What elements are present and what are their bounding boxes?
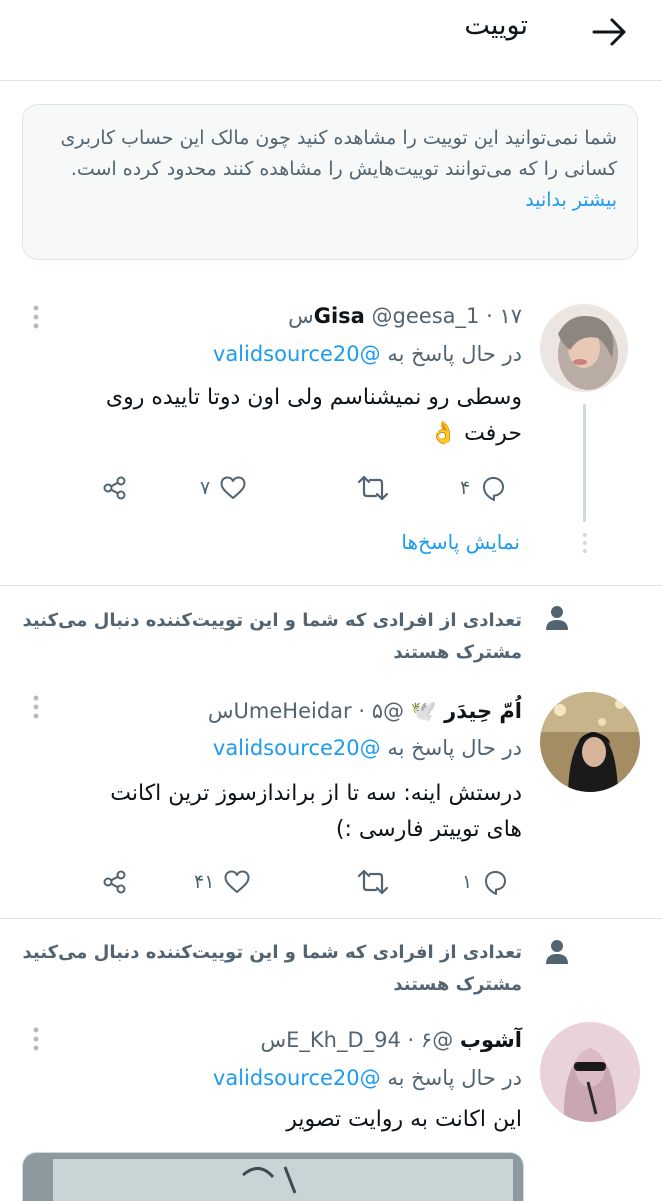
reply-count: ۴ <box>460 477 471 499</box>
replying-to: در حال پاسخ به @validsource20 <box>213 736 522 760</box>
more-options-icon[interactable] <box>26 302 46 332</box>
avatar[interactable] <box>540 304 628 392</box>
retweet-icon <box>357 869 389 895</box>
restricted-notice: شما نمی‌توانید این توییت را مشاهده کنید … <box>22 104 638 260</box>
like-count: ۷ <box>200 477 211 499</box>
replying-to-label: در حال پاسخ به <box>387 736 522 760</box>
top-bar: توییت <box>0 0 662 81</box>
person-icon <box>546 940 568 964</box>
author-name[interactable]: Gisa <box>314 304 365 328</box>
divider <box>0 918 662 919</box>
separator: · <box>407 1028 415 1052</box>
thread-line <box>583 404 586 522</box>
arrow-right-icon <box>592 18 626 46</box>
social-context: تعدادی از افرادی که شما و این توییت‌کنند… <box>22 942 522 995</box>
separator: · <box>358 699 366 723</box>
replying-to-label: در حال پاسخ به <box>387 342 522 366</box>
tweet-media[interactable] <box>22 1152 524 1201</box>
like-button[interactable]: ۷ <box>200 470 248 506</box>
back-button[interactable] <box>578 8 642 56</box>
retweet-button[interactable] <box>356 864 390 900</box>
thread-dots-icon <box>583 533 587 553</box>
avatar[interactable] <box>540 692 640 792</box>
like-button[interactable]: ۴۱ <box>194 864 252 900</box>
like-count: ۴۱ <box>194 871 215 893</box>
replying-to-label: در حال پاسخ به <box>387 1066 522 1090</box>
reply-button[interactable]: ۱ <box>462 864 510 900</box>
person-icon <box>546 606 568 630</box>
share-icon <box>103 870 126 894</box>
reply-button[interactable]: ۴ <box>460 470 508 506</box>
share-button[interactable] <box>100 864 130 900</box>
share-icon <box>103 476 126 500</box>
separator: · <box>486 304 493 328</box>
reply-count: ۱ <box>462 871 473 893</box>
mention-link[interactable]: @validsource20 <box>213 736 381 760</box>
show-replies-link[interactable]: نمایش پاسخ‌ها <box>401 530 520 554</box>
avatar[interactable] <box>540 1022 640 1122</box>
reply-icon <box>485 871 507 895</box>
replying-to: در حال پاسخ به @validsource20 <box>213 1066 522 1090</box>
heart-icon <box>220 476 246 499</box>
tweet-text: وسطی رو نمیشناسم ولی اون دوتا تاییده روی… <box>105 385 522 446</box>
tweet-text: درستش اینه: سه تا از براندازسوز ترین اکا… <box>110 781 522 842</box>
author-handle[interactable]: @geesa_1 <box>372 304 480 328</box>
author-name[interactable]: آشوب <box>460 1028 522 1052</box>
retweet-icon <box>357 475 389 501</box>
tweet-header: اُمّ حِیدَر 🕊️ @UmeHeidar · ۵س <box>208 699 522 724</box>
author-name[interactable]: اُمّ حِیدَر 🕊️ <box>411 699 522 723</box>
heart-icon <box>224 870 250 893</box>
mention-link[interactable]: @validsource20 <box>213 1066 381 1090</box>
tweet-header: Gisa @geesa_1 · ۱۷س <box>288 304 522 328</box>
social-context: تعدادی از افرادی که شما و این توییت‌کنند… <box>22 610 522 663</box>
more-options-icon[interactable] <box>26 1024 46 1054</box>
page-title: توییت <box>464 10 528 41</box>
reply-icon <box>483 477 505 501</box>
replying-to: در حال پاسخ به @validsource20 <box>213 342 522 366</box>
share-button[interactable] <box>100 470 130 506</box>
tweet-text: این اکانت به روایت تصویر <box>286 1107 522 1132</box>
mention-link[interactable]: @validsource20 <box>213 342 381 366</box>
retweet-button[interactable] <box>356 470 390 506</box>
more-options-icon[interactable] <box>26 692 46 722</box>
divider <box>0 585 662 586</box>
tweet-header: آشوب @E_Kh_D_94 · ۶س <box>260 1028 522 1052</box>
notice-text: شما نمی‌توانید این توییت را مشاهده کنید … <box>60 127 617 180</box>
learn-more-link[interactable]: بیشتر بدانید <box>525 189 617 211</box>
